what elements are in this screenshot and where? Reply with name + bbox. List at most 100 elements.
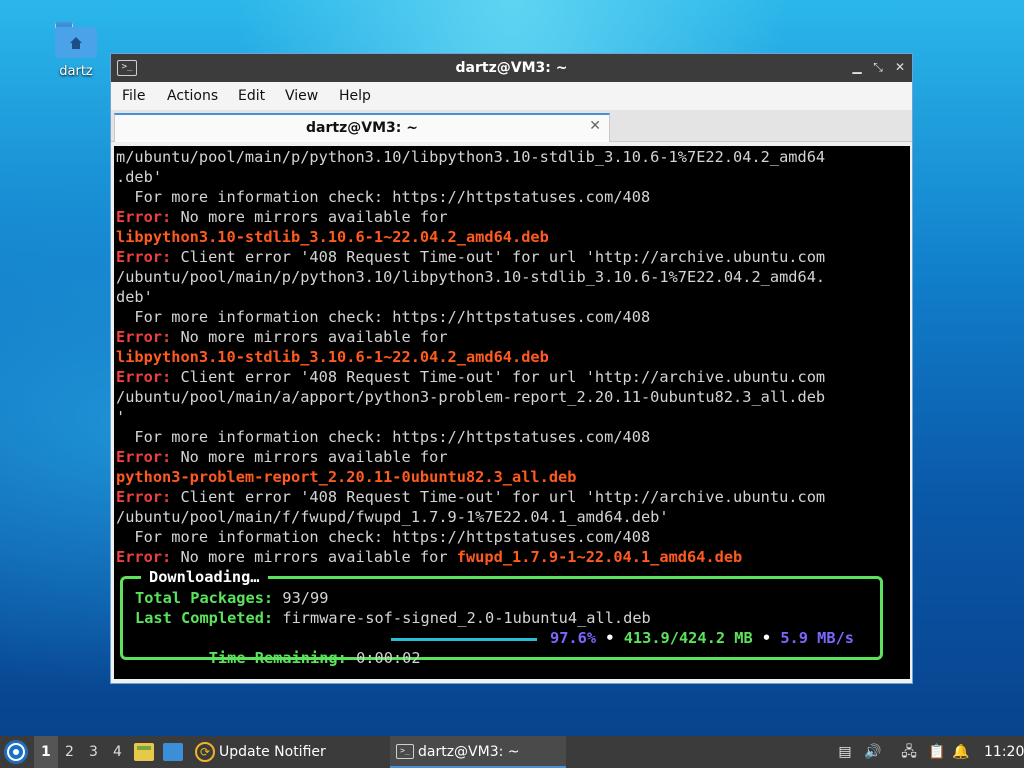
taskbar-terminal-task[interactable]: >_ dartz@VM3: ~ xyxy=(390,736,566,768)
desktop-home-folder[interactable]: dartz xyxy=(50,22,102,79)
terminal-line: Error: Client error '408 Request Time-ou… xyxy=(116,367,825,387)
download-speed: 5.9 MB/s xyxy=(780,629,854,647)
line-text: Client error '408 Request Time-out' for … xyxy=(171,368,826,386)
separator-dot: • xyxy=(761,629,772,647)
line-text: No more mirrors available for xyxy=(171,548,457,566)
error-prefix: Error: xyxy=(116,208,172,226)
separator-dot: • xyxy=(605,629,615,647)
terminal-line: ' xyxy=(116,407,825,427)
terminal-line: m/ubuntu/pool/main/p/python3.10/libpytho… xyxy=(116,147,825,167)
maximize-button[interactable]: ⤡ xyxy=(871,60,885,74)
line-text: Client error '408 Request Time-out' for … xyxy=(171,248,826,266)
home-folder-icon xyxy=(55,22,97,58)
package-name: python3-problem-report_2.20.11-0ubuntu82… xyxy=(116,468,577,486)
progress-title: Downloading… xyxy=(141,567,268,587)
download-progress-panel: Downloading… Total Packages: 93/99 Last … xyxy=(120,567,883,667)
last-completed-row: Last Completed: firmware-sof-signed_2.0-… xyxy=(135,608,651,628)
terminal-line: /ubuntu/pool/main/a/apport/python3-probl… xyxy=(116,387,825,407)
line-text: For more information check: https://http… xyxy=(116,428,651,446)
workspace-3[interactable]: 3 xyxy=(89,744,98,760)
terminal-line: Error: Client error '408 Request Time-ou… xyxy=(116,487,825,507)
tab-bar: dartz@VM3: ~ ✕ xyxy=(111,110,912,142)
desktop-icon-label: dartz xyxy=(59,64,93,79)
total-packages-value: 93/99 xyxy=(282,589,329,607)
error-prefix: Error: xyxy=(116,328,172,346)
menu-bar: File Actions Edit View Help xyxy=(111,82,912,110)
terminal-line: For more information check: https://http… xyxy=(116,307,825,327)
menu-help[interactable]: Help xyxy=(339,88,371,104)
terminal-line: .deb' xyxy=(116,167,825,187)
terminal-line: Error: No more mirrors available for xyxy=(116,327,825,347)
line-text: For more information check: https://http… xyxy=(116,188,651,206)
line-text: For more information check: https://http… xyxy=(116,308,651,326)
window-title: dartz@VM3: ~ xyxy=(455,60,568,76)
clipboard-icon[interactable]: ▤ xyxy=(836,743,854,761)
show-desktop-icon[interactable] xyxy=(163,743,183,761)
package-name: libpython3.10-stdlib_3.10.6-1~22.04.2_am… xyxy=(116,228,549,246)
terminal-line: For more information check: https://http… xyxy=(116,527,825,547)
terminal-line: For more information check: https://http… xyxy=(116,427,825,447)
line-text: No more mirrors available for xyxy=(171,208,448,226)
notes-icon[interactable]: 📋 xyxy=(928,743,946,761)
progress-bar xyxy=(391,638,537,641)
line-text: m/ubuntu/pool/main/p/python3.10/libpytho… xyxy=(116,148,826,166)
total-packages-label: Total Packages: xyxy=(135,589,274,607)
progress-stats: 97.6% • 413.9/424.2 MB • 5.9 MB/s xyxy=(550,628,854,648)
network-icon[interactable]: 🖧 xyxy=(900,743,918,761)
tab-close-icon[interactable]: ✕ xyxy=(589,118,601,134)
error-prefix: Error: xyxy=(116,248,172,266)
terminal-line: /ubuntu/pool/main/f/fwupd/fwupd_1.7.9-1%… xyxy=(116,507,825,527)
error-prefix: Error: xyxy=(116,548,172,566)
total-packages-row: Total Packages: 93/99 xyxy=(135,588,328,608)
terminal-icon: >_ xyxy=(396,744,414,759)
terminal-line: deb' xyxy=(116,287,825,307)
line-text: deb' xyxy=(116,288,153,306)
minimize-button[interactable]: ▁ xyxy=(850,60,864,74)
menu-file[interactable]: File xyxy=(122,88,145,104)
clock: 11:20 xyxy=(984,744,1024,760)
terminal-line: libpython3.10-stdlib_3.10.6-1~22.04.2_am… xyxy=(116,347,825,367)
terminal-line: libpython3.10-stdlib_3.10.6-1~22.04.2_am… xyxy=(116,227,825,247)
notification-icon[interactable]: 🔔 xyxy=(952,743,970,761)
menu-actions[interactable]: Actions xyxy=(167,88,218,104)
error-prefix: Error: xyxy=(116,488,172,506)
line-text: Client error '408 Request Time-out' for … xyxy=(171,488,826,506)
close-button[interactable]: ✕ xyxy=(893,60,907,74)
terminal-line: For more information check: https://http… xyxy=(116,187,825,207)
time-remaining-label: Time Remaining: xyxy=(208,649,347,667)
update-notifier-icon[interactable]: ⟳ xyxy=(195,742,215,762)
file-manager-icon[interactable] xyxy=(134,743,154,761)
last-completed-value: firmware-sof-signed_2.0-1ubuntu4_all.deb xyxy=(282,609,651,627)
workspace-1[interactable]: 1 xyxy=(41,744,51,760)
line-text: /ubuntu/pool/main/f/fwupd/fwupd_1.7.9-1%… xyxy=(116,508,669,526)
line-text: /ubuntu/pool/main/p/python3.10/libpython… xyxy=(116,268,826,286)
line-text: .deb' xyxy=(116,168,163,186)
update-notifier-label[interactable]: Update Notifier xyxy=(219,744,326,760)
progress-percent: 97.6% xyxy=(550,629,597,647)
terminal-line: Error: No more mirrors available for xyxy=(116,447,825,467)
task-label: dartz@VM3: ~ xyxy=(418,744,520,760)
tab-terminal[interactable]: dartz@VM3: ~ ✕ xyxy=(114,113,610,142)
time-remaining-row: Time Remaining: 0:00:02 97.6% • 413.9/42… xyxy=(135,628,875,679)
menu-edit[interactable]: Edit xyxy=(238,88,265,104)
line-text: No more mirrors available for xyxy=(171,328,448,346)
workspace-4[interactable]: 4 xyxy=(113,744,122,760)
terminal-line: Error: No more mirrors available for xyxy=(116,207,825,227)
tab-label: dartz@VM3: ~ xyxy=(306,120,418,136)
terminal-output[interactable]: m/ubuntu/pool/main/p/python3.10/libpytho… xyxy=(114,146,910,679)
terminal-line: Error: Client error '408 Request Time-ou… xyxy=(116,247,825,267)
line-text: /ubuntu/pool/main/a/apport/python3-probl… xyxy=(116,388,826,406)
terminal-window: >_ dartz@VM3: ~ ▁ ⤡ ✕ File Actions Edit … xyxy=(110,53,913,684)
last-completed-label: Last Completed: xyxy=(135,609,274,627)
download-size: 413.9/424.2 MB xyxy=(623,629,753,647)
error-prefix: Error: xyxy=(116,368,172,386)
line-text: ' xyxy=(116,408,126,426)
workspace-2[interactable]: 2 xyxy=(65,744,74,760)
menu-view[interactable]: View xyxy=(285,88,318,104)
volume-icon[interactable]: 🔊 xyxy=(864,743,882,761)
terminal-line: Error: No more mirrors available for fwu… xyxy=(116,547,825,567)
taskbar: 1 2 3 4 ⟳ Update Notifier >_ dartz@VM3: … xyxy=(0,736,1024,768)
start-menu-icon[interactable] xyxy=(4,740,28,764)
error-prefix: Error: xyxy=(116,448,172,466)
window-titlebar[interactable]: >_ dartz@VM3: ~ ▁ ⤡ ✕ xyxy=(111,54,912,82)
